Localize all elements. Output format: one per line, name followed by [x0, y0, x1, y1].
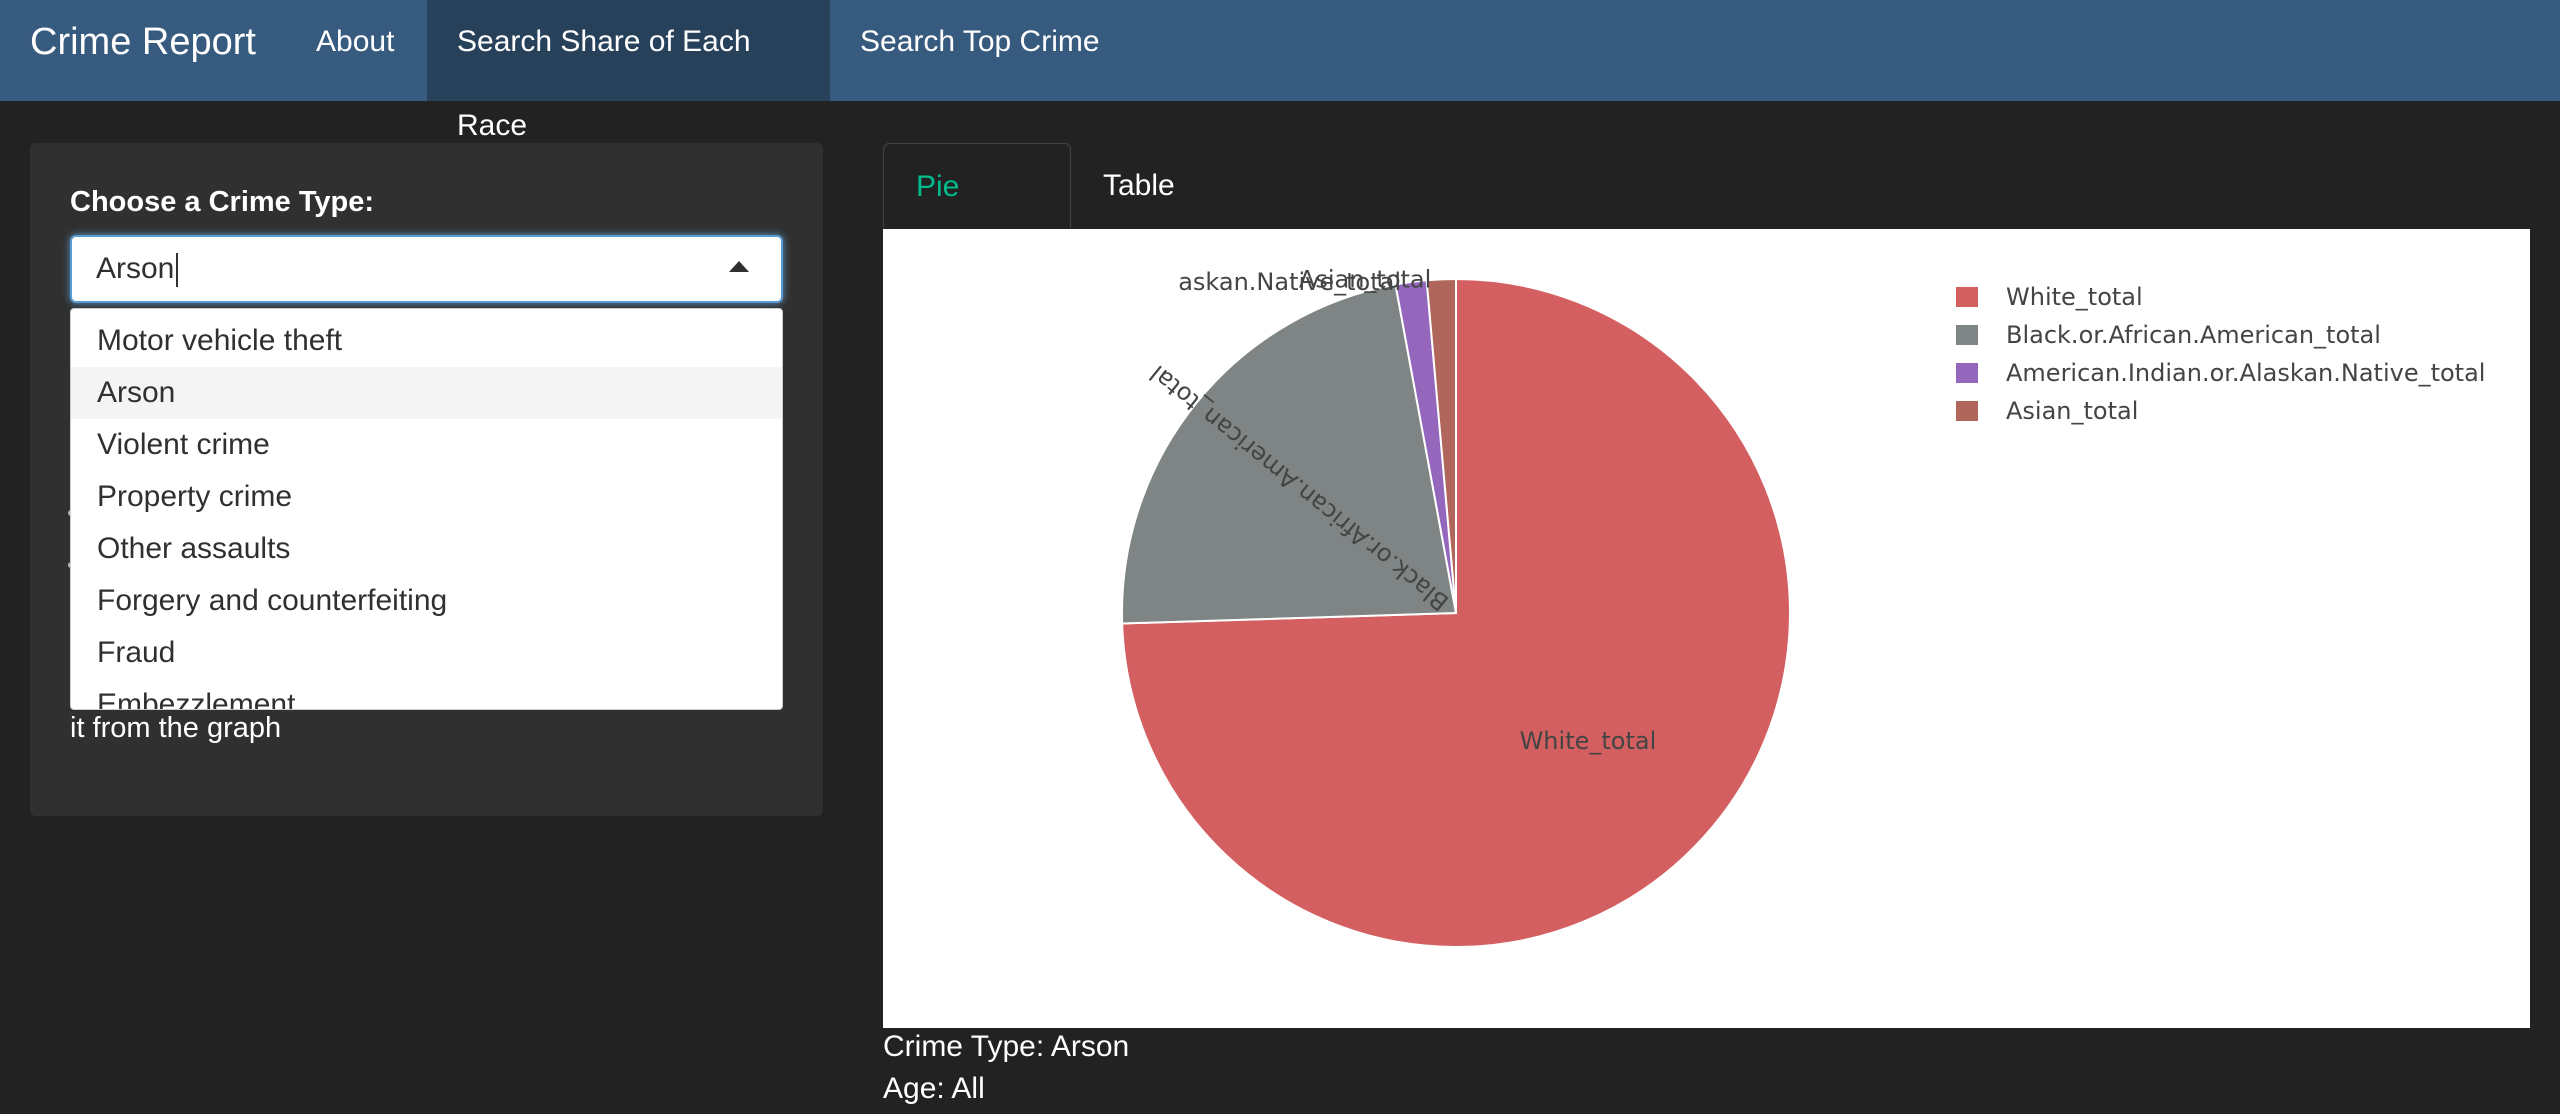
slice-label-white-total: White_total — [1520, 727, 1657, 755]
nav-search-share-of-each-race[interactable]: Search Share of Each Race — [427, 0, 830, 142]
navbar: Crime Report About Search Share of Each … — [0, 0, 2560, 142]
chevron-up-icon[interactable] — [729, 261, 749, 272]
legend-label-american-indian-or-alaskan-native-total[interactable]: American.Indian.or.Alaskan.Native_total — [2006, 359, 2485, 387]
tab-table[interactable]: Table — [1071, 143, 1207, 228]
dropdown-option-selected[interactable]: Arson — [71, 367, 782, 419]
crime-type-label: Choose a Crime Type: — [70, 186, 375, 218]
pie-chart-panel: White_total Black.or.African.American_tot… — [883, 229, 2530, 1028]
legend-swatch-asian-total[interactable] — [1956, 401, 1978, 421]
crime-type-select-value[interactable]: Arson — [96, 237, 179, 301]
slice-label-asian-total: Asian_total — [1299, 265, 1431, 293]
crime-type-dropdown: Motor vehicle theft Arson Violent crime … — [70, 308, 783, 710]
dropdown-option[interactable]: Motor vehicle theft — [71, 315, 782, 367]
dropdown-option[interactable]: Forgery and counterfeiting — [71, 575, 782, 627]
dropdown-option[interactable]: Embezzlement — [71, 679, 782, 709]
legend-swatch-white-total[interactable] — [1956, 287, 1978, 307]
legend-swatch-american-indian-or-alaskan-native-total[interactable] — [1956, 363, 1978, 383]
pie-chart: White_total Black.or.African.American_tot… — [1121, 265, 2485, 948]
dropdown-option[interactable]: Violent crime — [71, 419, 782, 471]
legend-label-asian-total[interactable]: Asian_total — [2006, 397, 2138, 425]
legend-label-white-total[interactable]: White_total — [2006, 283, 2143, 311]
dropdown-option[interactable]: Property crime — [71, 471, 782, 523]
nav-about[interactable]: About — [286, 0, 424, 101]
help-text: it from the graph — [70, 712, 282, 744]
tab-pie-chart[interactable]: Pie Chart — [883, 143, 1071, 288]
legend-label-black-or-african-american-total[interactable]: Black.or.African.American_total — [2006, 321, 2381, 349]
dropdown-option[interactable]: Fraud — [71, 627, 782, 679]
age-info: Age: All — [883, 1072, 985, 1105]
nav-search-top-crime[interactable]: Search Top Crime — [830, 0, 1130, 101]
legend-swatch-black-or-african-american-total[interactable] — [1956, 325, 1978, 345]
dropdown-option[interactable]: Other assaults — [71, 523, 782, 575]
brand-title[interactable]: Crime Report — [30, 0, 256, 84]
crime-type-select[interactable]: Arson — [70, 235, 783, 303]
crime-type-info: Crime Type: Arson — [883, 1030, 1130, 1063]
text-cursor — [176, 253, 179, 288]
